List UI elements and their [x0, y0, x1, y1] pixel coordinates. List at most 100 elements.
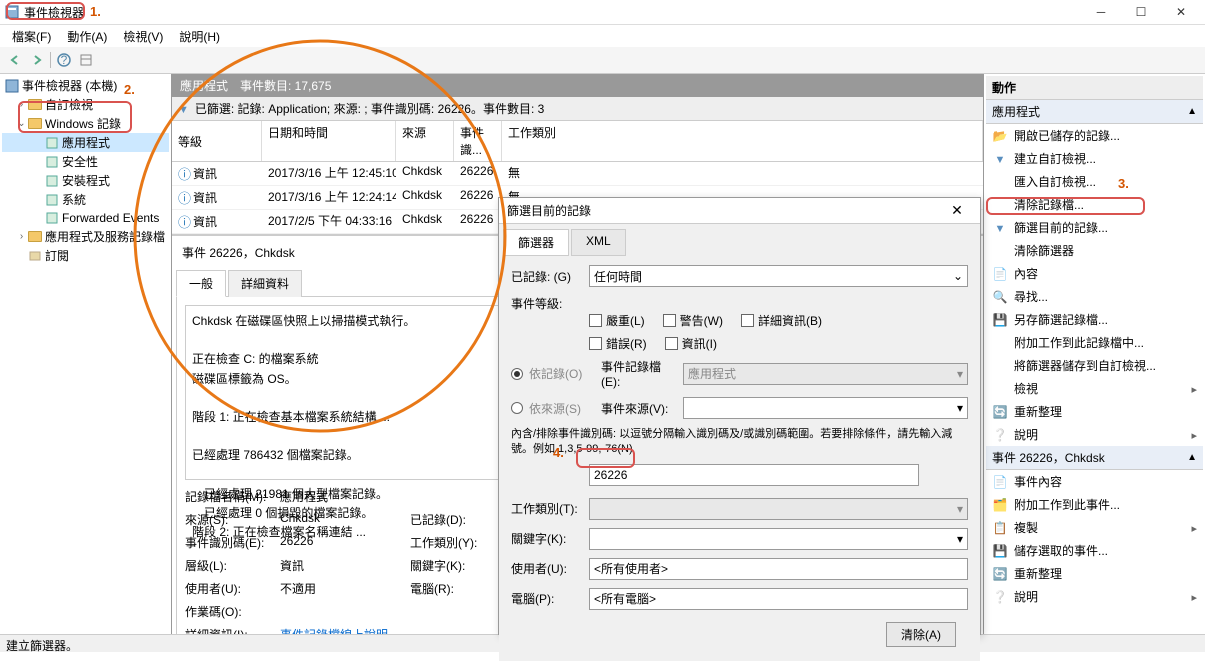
funnel-icon — [992, 151, 1008, 167]
prop-computer-label: 電腦(R): — [410, 580, 480, 597]
event-level: 資訊 — [193, 165, 217, 182]
action-filter-current[interactable]: 篩選目前的記錄... — [986, 216, 1203, 239]
tree-root[interactable]: 事件檢視器 (本機) — [2, 76, 169, 95]
maximize-button[interactable]: ☐ — [1121, 1, 1161, 23]
action-view[interactable]: 檢視 — [986, 377, 1203, 400]
expand-icon[interactable]: › — [16, 99, 27, 110]
action-refresh2[interactable]: 🔄重新整理 — [986, 562, 1203, 585]
tree-windows-logs[interactable]: ⌄ Windows 記錄 — [2, 114, 169, 133]
minimize-button[interactable]: ─ — [1081, 1, 1121, 23]
cb-critical[interactable]: 嚴重(L) — [589, 312, 645, 329]
close-button[interactable]: ✕ — [1161, 1, 1201, 23]
copy-icon: 📋 — [992, 520, 1008, 536]
taskcat-select: ▾ — [589, 498, 968, 520]
toolbar-list-icon[interactable] — [77, 51, 95, 69]
cb-info[interactable]: 資訊(I) — [665, 335, 717, 352]
col-datetime[interactable]: 日期和時間 — [262, 121, 396, 161]
tab-general[interactable]: 一般 — [176, 270, 226, 297]
action-open-saved[interactable]: 📂開啟已儲存的記錄... — [986, 124, 1203, 147]
expand-icon[interactable]: › — [16, 231, 27, 242]
col-source[interactable]: 來源 — [396, 121, 454, 161]
tree-security[interactable]: 安全性 — [2, 152, 169, 171]
cb-verbose[interactable]: 詳細資訊(B) — [741, 312, 822, 329]
action-properties[interactable]: 📄內容 — [986, 262, 1203, 285]
collapse-icon: ▲ — [1187, 452, 1197, 463]
expand-icon[interactable] — [16, 250, 27, 261]
view-icon — [992, 381, 1008, 397]
tree-setup[interactable]: 安裝程式 — [2, 171, 169, 190]
svg-text:?: ? — [61, 53, 68, 67]
dialog-tab-filter[interactable]: 篩選器 — [503, 229, 569, 256]
logged-select[interactable]: 任何時間 ⌄ — [589, 265, 968, 287]
event-id-input[interactable] — [589, 464, 919, 486]
radio-bysource[interactable] — [511, 402, 523, 414]
cb-error[interactable]: 錯誤(R) — [589, 335, 647, 352]
properties-icon: 📄 — [992, 266, 1008, 282]
computer-input[interactable] — [589, 588, 968, 610]
tree-subscriptions-label: 訂閱 — [45, 247, 69, 264]
radio-bylog[interactable] — [511, 368, 523, 380]
menu-help[interactable]: 說明(H) — [173, 26, 226, 47]
folder-icon — [27, 229, 43, 245]
chevron-right-icon — [1191, 382, 1197, 396]
filter-bar: 已篩選: 記錄: Application; 來源: ; 事件識別碼: 26226… — [172, 97, 983, 121]
prop-level-value: 資訊 — [280, 557, 410, 574]
tree-windows-logs-label: Windows 記錄 — [45, 115, 121, 132]
action-clear-filter[interactable]: 清除篩選器 — [986, 239, 1203, 262]
col-event-id[interactable]: 事件識... — [454, 121, 502, 161]
action-copy[interactable]: 📋複製 — [986, 516, 1203, 539]
tree-application-label: 應用程式 — [62, 134, 110, 151]
collapse-icon[interactable]: ⌄ — [16, 118, 27, 129]
action-find[interactable]: 🔍尋找... — [986, 285, 1203, 308]
action-save-custom[interactable]: 將篩選器儲存到自訂檢視... — [986, 354, 1203, 377]
toolbar-help-icon[interactable]: ? — [55, 51, 73, 69]
action-help2[interactable]: ❔說明 — [986, 585, 1203, 608]
menu-action[interactable]: 動作(A) — [61, 26, 113, 47]
col-task[interactable]: 工作類別 — [502, 121, 983, 161]
cb-warning[interactable]: 警告(W) — [663, 312, 723, 329]
tab-details[interactable]: 詳細資料 — [228, 270, 302, 297]
action-import-custom[interactable]: 匯入自訂檢視... — [986, 170, 1203, 193]
actions-section-event[interactable]: 事件 26226，Chkdsk ▲ — [986, 446, 1203, 470]
action-save-selected[interactable]: 💾儲存選取的事件... — [986, 539, 1203, 562]
tree-custom-views[interactable]: › 自訂檢視 — [2, 95, 169, 114]
menu-view[interactable]: 檢視(V) — [117, 26, 169, 47]
dialog-tab-xml[interactable]: XML — [571, 229, 626, 256]
source-select[interactable]: ▾ — [683, 397, 968, 419]
tree-system[interactable]: 系統 — [2, 190, 169, 209]
chevron-down-icon: ⌄ — [953, 269, 963, 283]
action-clear-log[interactable]: 清除記錄檔... — [986, 193, 1203, 216]
tree-application[interactable]: 應用程式 — [2, 133, 169, 152]
clear-button[interactable]: 清除(A) — [886, 622, 956, 647]
task-icon — [992, 335, 1008, 351]
tree-forwarded[interactable]: Forwarded Events — [2, 209, 169, 227]
keywords-select[interactable]: ▾ — [589, 528, 968, 550]
action-event-properties[interactable]: 📄事件內容 — [986, 470, 1203, 493]
action-create-custom[interactable]: 建立自訂檢視... — [986, 147, 1203, 170]
menu-file[interactable]: 檔案(F) — [6, 26, 57, 47]
refresh-icon: 🔄 — [992, 404, 1008, 420]
event-source: Chkdsk — [396, 162, 454, 185]
folder-icon — [27, 116, 43, 132]
action-label: 清除記錄檔... — [1014, 196, 1084, 213]
actions-panel: 動作 應用程式 ▲ 📂開啟已儲存的記錄... 建立自訂檢視... 匯入自訂檢視.… — [984, 74, 1205, 634]
dialog-close-button[interactable]: ✕ — [942, 202, 972, 219]
user-label: 使用者(U): — [511, 560, 581, 577]
prop-user-value: 不適用 — [280, 580, 410, 597]
toolbar: ? — [0, 47, 1205, 74]
tree-app-services[interactable]: › 應用程式及服務記錄檔 — [2, 227, 169, 246]
toolbar-back-icon[interactable] — [6, 51, 24, 69]
tree-subscriptions[interactable]: 訂閱 — [2, 246, 169, 265]
action-save-filter[interactable]: 💾另存篩選記錄檔... — [986, 308, 1203, 331]
event-row[interactable]: 資訊 2017/3/16 上午 12:45:10 Chkdsk 26226 無 — [172, 162, 983, 186]
action-attach-task-event[interactable]: 🗂️附加工作到此事件... — [986, 493, 1203, 516]
action-refresh[interactable]: 🔄重新整理 — [986, 400, 1203, 423]
prop-logged-label: 已記錄(D): — [410, 511, 480, 528]
user-input[interactable] — [589, 558, 968, 580]
action-help[interactable]: ❔說明 — [986, 423, 1203, 446]
toolbar-forward-icon[interactable] — [28, 51, 46, 69]
actions-section-app[interactable]: 應用程式 ▲ — [986, 100, 1203, 124]
action-attach-task-log[interactable]: 附加工作到此記錄檔中... — [986, 331, 1203, 354]
col-level[interactable]: 等級 — [172, 121, 262, 161]
action-label: 重新整理 — [1014, 565, 1062, 582]
